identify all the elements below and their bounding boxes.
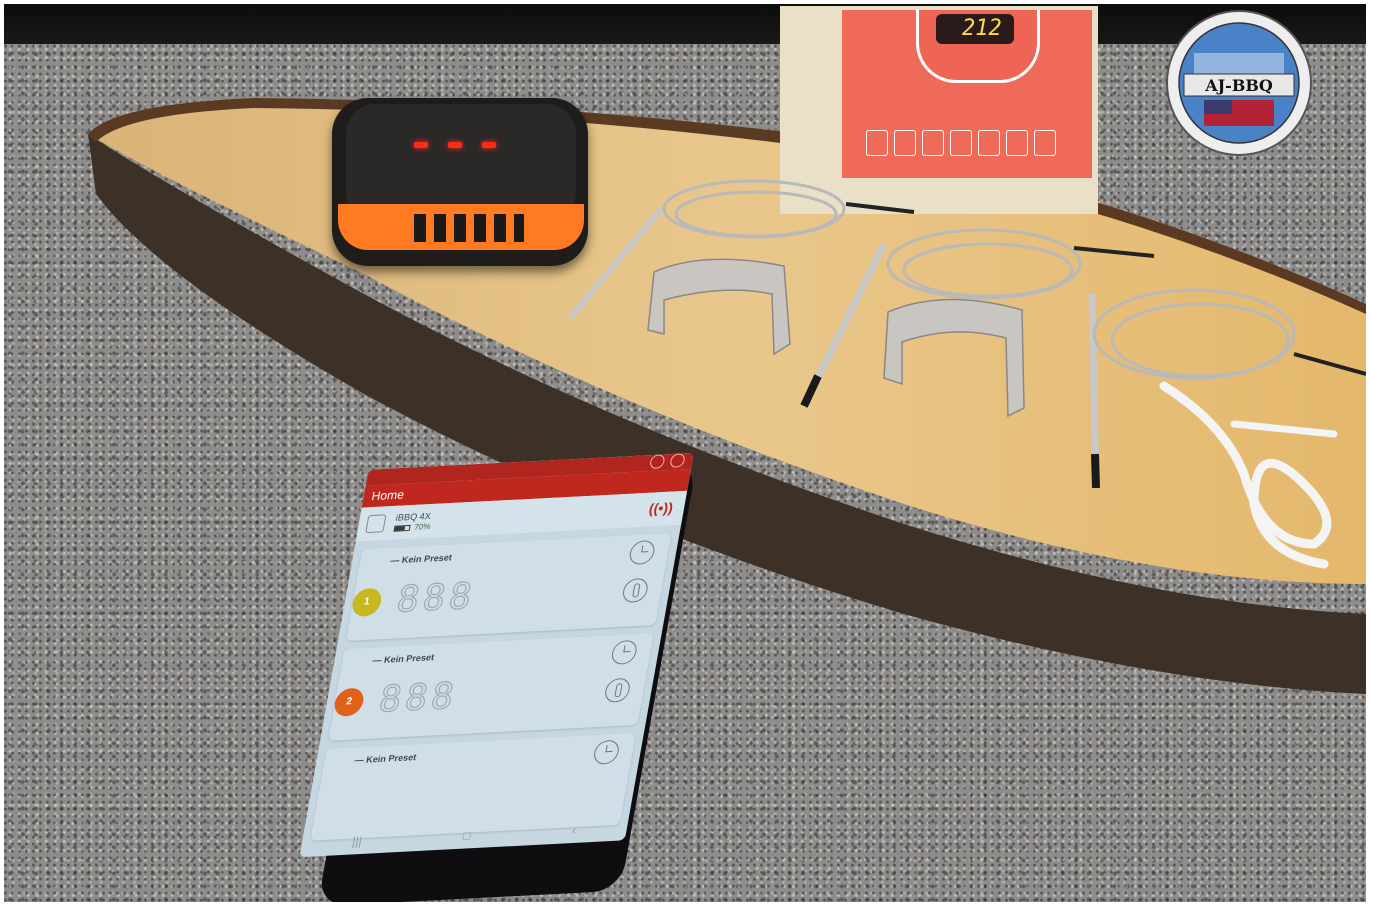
probe-number-badge: 1 [350, 587, 384, 618]
logo-brand: AJ-BBQ [1204, 76, 1273, 95]
bluetooth-signal-icon[interactable]: ((•)) [646, 499, 675, 516]
battery-icon [393, 524, 411, 532]
probe-clip-2 [883, 298, 1025, 418]
alarm-thermometer-icon[interactable] [603, 677, 632, 703]
device-info: iBBQ 4X 70% [393, 511, 433, 533]
probe-card-2[interactable]: — Kein Preset 2 888 [328, 633, 654, 741]
probe-clip-1 [647, 258, 791, 356]
battery-percent: 70% [413, 521, 432, 532]
preset-label: — Kein Preset [371, 652, 436, 666]
preset-label: — Kein Preset [353, 752, 418, 766]
home-button[interactable]: □ [462, 828, 472, 842]
settings-icon[interactable] [669, 453, 686, 468]
ibbq-app-screen: Home iBBQ 4X 70% ((•)) — Kein Preset 1 8… [299, 452, 694, 858]
probe-card-1[interactable]: — Kein Preset 1 888 [345, 533, 672, 642]
recent-apps-button[interactable]: ||| [351, 834, 363, 848]
probe-1 [567, 179, 915, 320]
phone-screen-holder: Home iBBQ 4X 70% ((•)) — Kein Preset 1 8… [299, 452, 694, 862]
temperature-display: 888 [393, 575, 479, 621]
alarm-thermometer-icon[interactable] [621, 577, 650, 604]
thermometer-icon [365, 514, 387, 534]
back-button[interactable]: ‹ [571, 823, 578, 837]
page-title: Home [370, 487, 406, 504]
temperature-display: 888 [375, 675, 461, 721]
menu-icon[interactable] [648, 454, 666, 470]
timer-icon[interactable] [627, 539, 657, 566]
aj-bbq-logo: AJ-BBQ [1166, 10, 1312, 156]
photo-scene: 212 AJ-BBQ Home iBBQ 4X 70% ((•)) — Kein… [4, 4, 1366, 902]
usb-cable [1159, 381, 1338, 569]
timer-icon[interactable] [610, 639, 639, 665]
probe-3 [1088, 288, 1366, 489]
preset-label: — Kein Preset [389, 552, 453, 566]
timer-icon[interactable] [592, 739, 621, 765]
header-actions [648, 453, 686, 470]
probe-number-badge: 2 [332, 687, 366, 717]
